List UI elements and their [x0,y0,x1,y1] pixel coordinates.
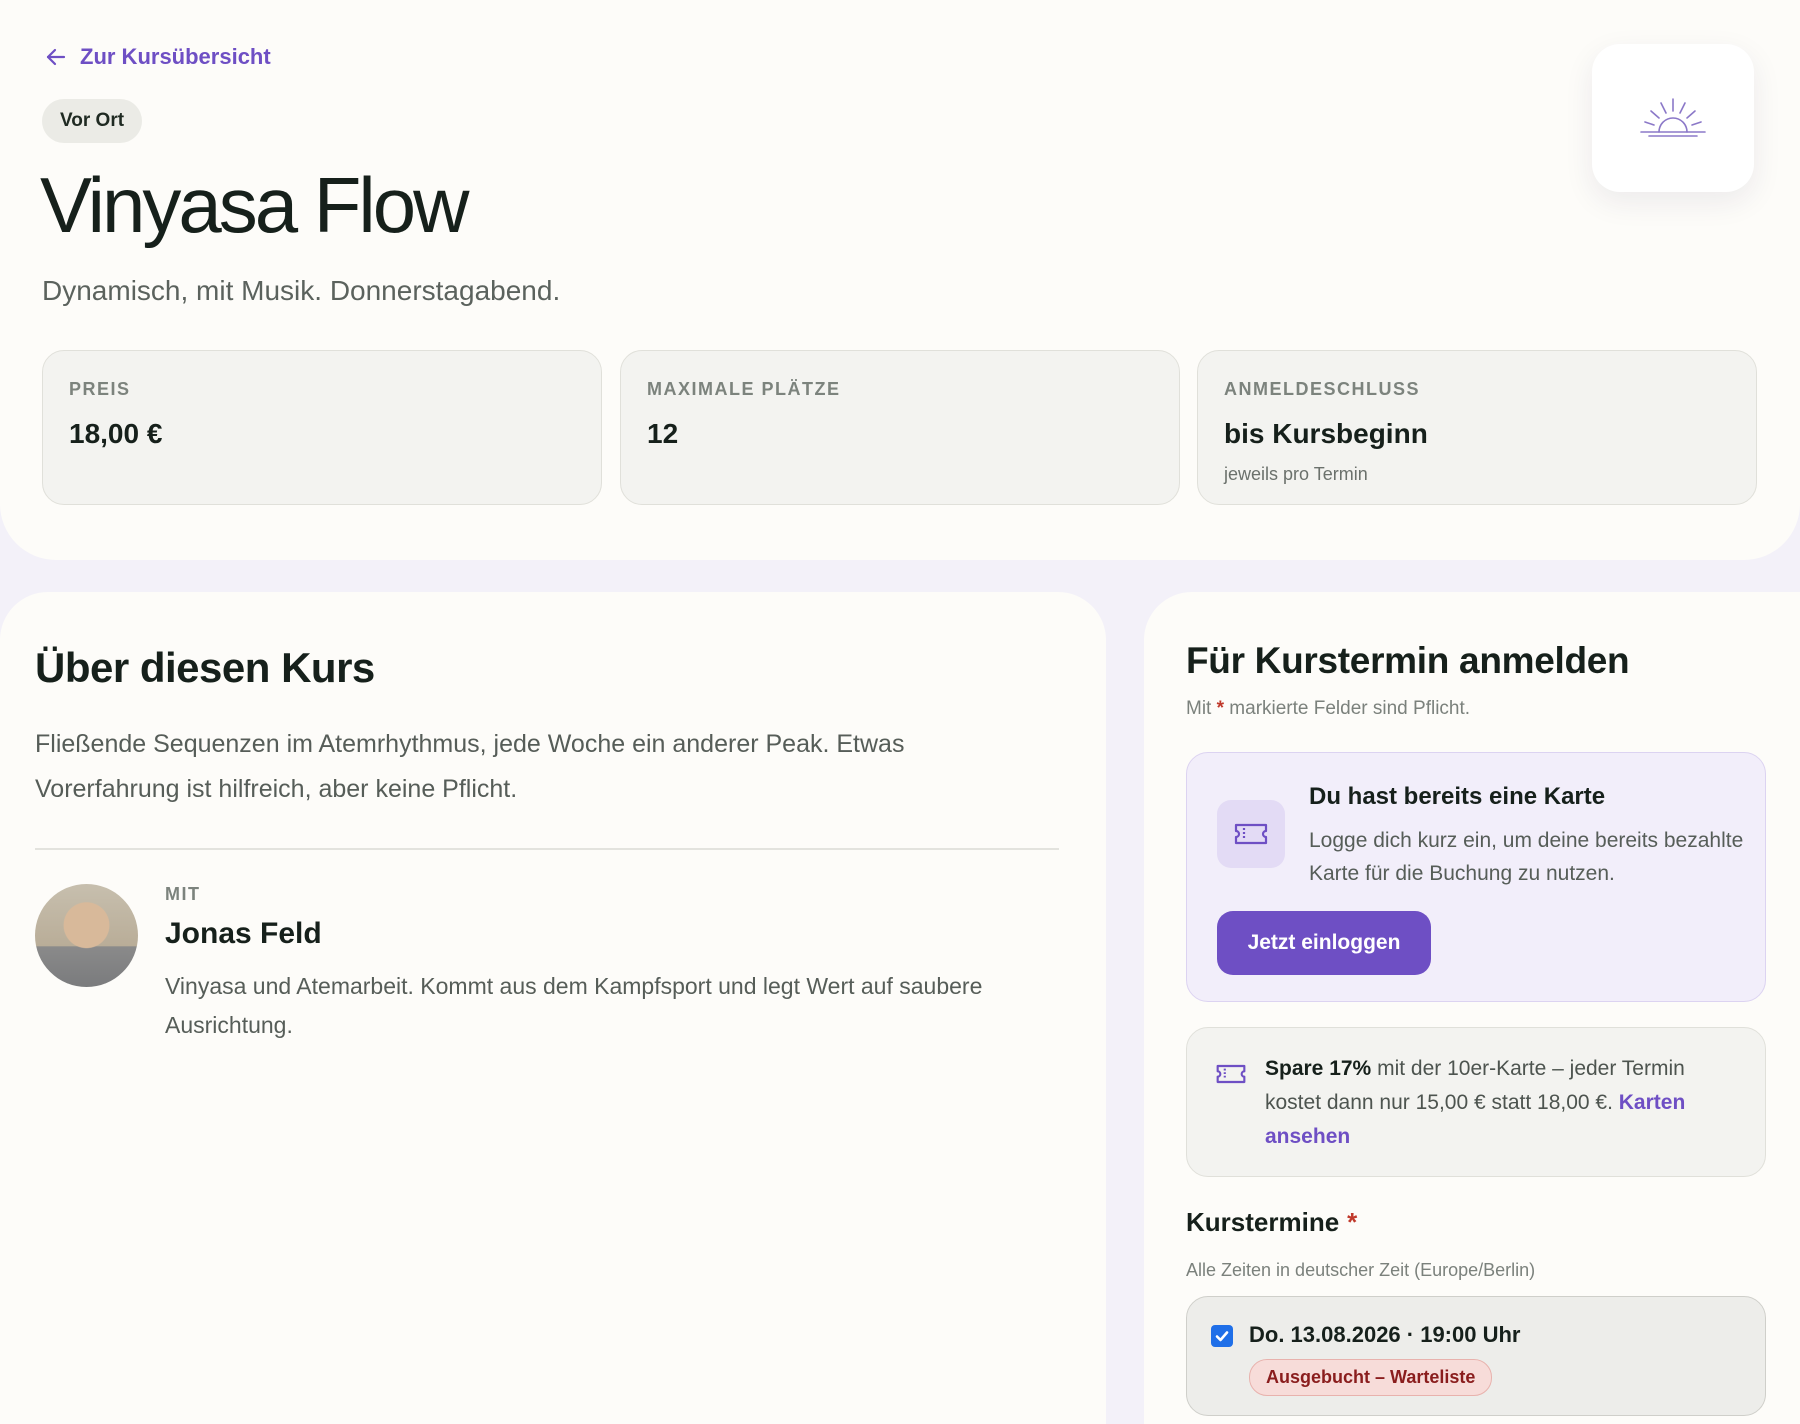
booking-panel: Für Kurstermin anmelden Mit * markierte … [1144,592,1800,1424]
stat-value: 12 [647,418,679,449]
ticket-icon [1234,823,1268,845]
course-dates-label: Kurstermine [1186,1207,1340,1237]
back-link-label: Zur Kursübersicht [80,44,271,69]
stat-label: MAXIMALE PLÄTZE [647,379,841,399]
date-checkbox[interactable] [1211,1325,1233,1347]
waitlist-badge: Ausgebucht – Warteliste [1249,1359,1493,1396]
about-title: Über diesen Kurs [35,644,375,691]
date-label: Do. 13.08.2026 · 19:00 Uhr [1249,1322,1521,1347]
teacher-avatar [35,884,138,987]
stat-value: bis Kursbeginn [1224,418,1428,449]
existing-card-heading: Du hast bereits eine Karte [1309,783,1606,810]
savings-highlight: Spare 17% [1265,1057,1372,1080]
course-dates-heading: Kurstermine * [1186,1207,1357,1238]
studio-logo [1592,44,1754,192]
ticket-icon [1216,1064,1246,1084]
venue-badge: Vor Ort [42,99,143,143]
stat-card-deadline: ANMELDESCHLUSS bis Kursbeginn jeweils pr… [1197,350,1757,505]
checkbox-checked-icon [1215,1331,1229,1342]
teacher-name: Jonas Feld [165,917,322,950]
course-subtitle: Dynamisch, mit Musik. Donnerstagabend. [42,275,561,306]
stat-card-max-seats: MAXIMALE PLÄTZE 12 [620,350,1180,505]
stat-note: jeweils pro Termin [1224,464,1368,484]
required-fields-note: Mit * markierte Felder sind Pflicht. [1186,698,1470,720]
divider [35,848,1059,850]
login-button[interactable]: Jetzt einloggen [1217,911,1431,975]
page-title: Vinyasa Flow [40,161,469,249]
teacher-kicker: MIT [165,884,201,904]
arrow-left-icon [46,48,66,66]
required-star: * [1347,1207,1358,1237]
teacher-bio: Vinyasa und Atemarbeit. Kommt aus dem Ka… [165,973,983,1038]
stat-card-price: PREIS 18,00 € [42,350,602,505]
required-prefix: Mit [1186,698,1212,719]
about-course-panel: Über diesen Kurs Fließende Sequenzen im … [0,592,1106,1424]
date-option[interactable]: Do. 13.08.2026 · 19:00 Uhr Ausgebucht – … [1186,1296,1766,1416]
existing-card-box: Du hast bereits eine Karte Logge dich ku… [1186,752,1766,1002]
ticket-tile [1217,800,1285,868]
savings-hint-box: Spare 17% mit der 10er-Karte – jeder Ter… [1186,1027,1766,1177]
sunrise-logo-icon [1640,98,1706,137]
course-hero: Zur Kursübersicht Vor Ort Vinyasa Flow D… [0,0,1800,560]
savings-text: Spare 17% mit der 10er-Karte – jeder Ter… [1265,1052,1735,1154]
required-suffix: markierte Felder sind Pflicht. [1229,698,1471,719]
about-text: Fließende Sequenzen im Atemrhythmus, jed… [35,730,905,803]
back-to-overview-link[interactable]: Zur Kursübersicht [44,44,271,70]
existing-card-text: Logge dich kurz ein, um deine bereits be… [1309,829,1744,885]
stat-value: 18,00 € [69,418,163,449]
booking-title: Für Kurstermin anmelden [1186,640,1630,681]
required-star: * [1216,698,1225,719]
stat-label: PREIS [69,379,131,399]
stat-label: ANMELDESCHLUSS [1224,379,1421,399]
timezone-note: Alle Zeiten in deutscher Zeit (Europe/Be… [1186,1260,1536,1280]
